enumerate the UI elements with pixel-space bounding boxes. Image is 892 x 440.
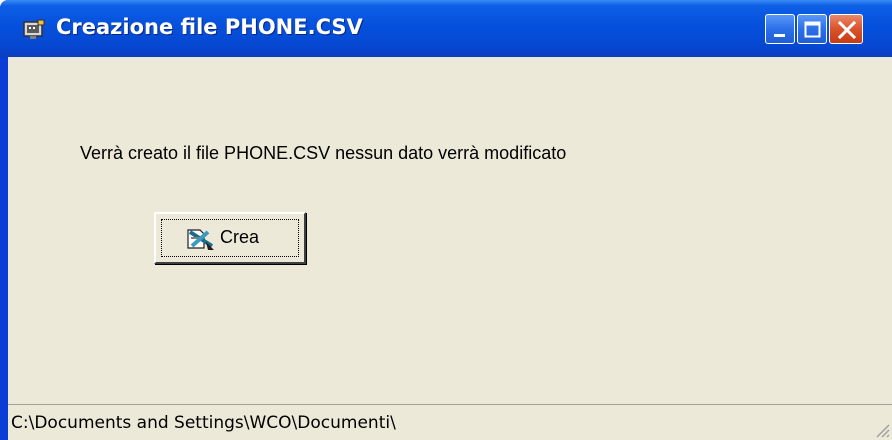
status-path: C:\Documents and Settings\WCO\Documenti\ (11, 413, 396, 433)
maximize-icon (804, 21, 821, 38)
resize-grip-icon[interactable] (874, 422, 890, 438)
minimize-button[interactable] (765, 14, 795, 44)
crea-button[interactable]: Crea (154, 212, 306, 264)
title-bar[interactable]: Creazione file PHONE.CSV (0, 0, 892, 57)
close-button[interactable] (829, 14, 863, 44)
maximize-button[interactable] (797, 14, 827, 44)
window-title: Creazione file PHONE.CSV (56, 15, 363, 39)
dialog-body: Verrà creato il file PHONE.CSV nessun da… (8, 57, 892, 440)
close-icon (837, 20, 857, 40)
info-message: Verrà creato il file PHONE.CSV nessun da… (80, 143, 567, 163)
minimize-icon (774, 34, 785, 37)
app-window: Creazione file PHONE.CSV Verrà creato il… (0, 0, 892, 440)
status-bar: C:\Documents and Settings\WCO\Documenti\ (8, 404, 892, 440)
create-file-icon (187, 229, 214, 250)
crea-button-label: Crea (220, 227, 260, 247)
application-icon[interactable] (22, 19, 46, 41)
